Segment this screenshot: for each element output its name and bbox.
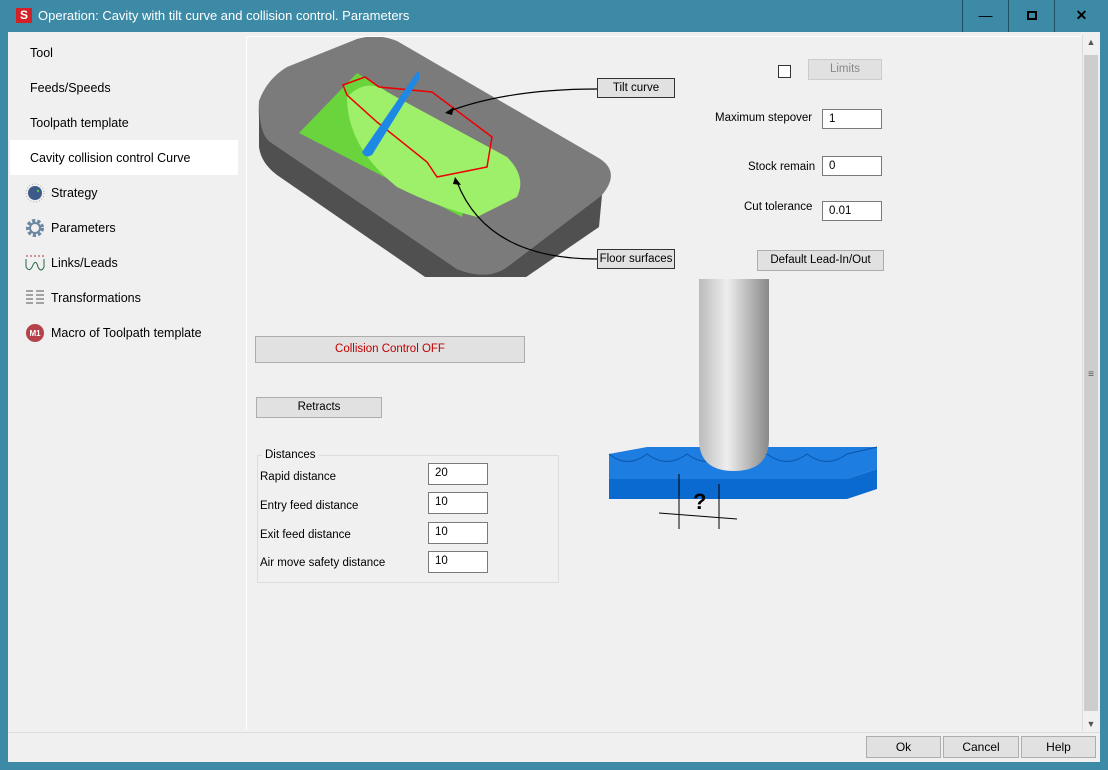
sidebar-item-transformations[interactable]: Transformations — [10, 280, 238, 315]
max-stepover-input[interactable]: 1 — [822, 109, 882, 129]
limits-checkbox[interactable] — [778, 65, 791, 78]
sidebar-item-links-leads[interactable]: Links/Leads — [10, 245, 238, 280]
window-title: Operation: Cavity with tilt curve and co… — [38, 8, 410, 23]
stepover-illustration: ? — [608, 279, 878, 529]
vertical-scrollbar[interactable]: ▲ ≡ ▼ — [1082, 35, 1099, 731]
collision-control-button[interactable]: Collision Control OFF — [255, 336, 525, 363]
tilt-curve-callout: Tilt curve — [597, 78, 675, 98]
minimize-button[interactable]: — — [962, 0, 1008, 32]
retracts-button[interactable]: Retracts — [256, 397, 382, 418]
macro-icon: M1 — [25, 323, 45, 343]
rapid-distance-input[interactable]: 20 — [428, 463, 488, 485]
entry-feed-distance-input[interactable]: 10 — [428, 492, 488, 514]
distances-legend: Distances — [265, 449, 316, 461]
sidebar-item-label: Parameters — [51, 220, 116, 235]
sidebar-item-toolpath-template[interactable]: Toolpath template — [10, 105, 238, 140]
grip-icon: ≡ — [1088, 369, 1094, 380]
transform-icon — [25, 288, 45, 308]
sidebar-item-tool[interactable]: Tool — [10, 35, 238, 70]
air-move-distance-input[interactable]: 10 — [428, 551, 488, 573]
svg-text:M1: M1 — [29, 329, 41, 338]
sidebar-item-label: Transformations — [51, 290, 141, 305]
sidebar-item-parameters[interactable]: Parameters — [10, 210, 238, 245]
minimize-icon: — — [978, 7, 993, 23]
limits-button[interactable]: Limits — [808, 59, 882, 80]
help-button[interactable]: Help — [1021, 736, 1096, 758]
footer: Ok Cancel Help — [8, 732, 1100, 762]
sidebar-item-label: Feeds/Speeds — [30, 80, 111, 95]
exit-feed-distance-input[interactable]: 10 — [428, 522, 488, 544]
sidebar-item-cavity-collision[interactable]: Cavity collision control Curve — [10, 140, 238, 175]
sidebar-item-label: Strategy — [51, 185, 98, 200]
close-icon: ✕ — [1075, 7, 1088, 23]
scrollbar-thumb[interactable]: ≡ — [1084, 55, 1098, 711]
exit-feed-distance-label: Exit feed distance — [260, 529, 351, 541]
floor-surfaces-callout: Floor surfaces — [597, 249, 675, 269]
cavity-illustration — [258, 37, 611, 277]
rapid-distance-label: Rapid distance — [260, 471, 337, 483]
stock-remain-label: Stock remain — [748, 161, 816, 173]
links-icon — [25, 253, 45, 273]
app-logo: S — [16, 8, 32, 23]
maximize-icon — [1026, 11, 1037, 20]
knob-icon — [25, 183, 45, 203]
cut-tolerance-label: Cut tolerance — [744, 201, 813, 213]
title-bar: S Operation: Cavity with tilt curve and … — [0, 0, 1108, 32]
stock-remain-input[interactable]: 0 — [822, 156, 882, 176]
scroll-up-icon[interactable]: ▲ — [1083, 37, 1099, 47]
air-move-distance-label: Air move safety distance — [260, 557, 386, 569]
dialog: Tool Feeds/Speeds Toolpath template Cavi… — [8, 32, 1100, 762]
cut-tolerance-input[interactable]: 0.01 — [822, 201, 882, 221]
sidebar-item-feeds-speeds[interactable]: Feeds/Speeds — [10, 70, 238, 105]
sidebar-item-label: Toolpath template — [30, 115, 129, 130]
parameters-panel: Tilt curve Floor surfaces Limits Maximum… — [246, 36, 1081, 730]
maximize-button[interactable] — [1008, 0, 1054, 32]
sidebar-item-label: Links/Leads — [51, 255, 118, 270]
cancel-button[interactable]: Cancel — [943, 736, 1019, 758]
entry-feed-distance-label: Entry feed distance — [260, 500, 359, 512]
close-button[interactable]: ✕ — [1054, 0, 1108, 32]
gear-icon — [25, 218, 45, 238]
default-lead-button[interactable]: Default Lead-In/Out — [757, 250, 884, 271]
sidebar-item-macro[interactable]: M1 Macro of Toolpath template — [10, 315, 238, 350]
max-stepover-label: Maximum stepover — [715, 112, 813, 124]
sidebar-item-label: Cavity collision control Curve — [30, 150, 191, 165]
sidebar-item-strategy[interactable]: Strategy — [10, 175, 238, 210]
sidebar-item-label: Macro of Toolpath template — [51, 325, 202, 340]
sidebar: Tool Feeds/Speeds Toolpath template Cavi… — [10, 35, 238, 730]
ok-button[interactable]: Ok — [866, 736, 941, 758]
stepover-question-mark: ? — [693, 489, 706, 514]
sidebar-item-label: Tool — [30, 45, 53, 60]
scroll-down-icon[interactable]: ▼ — [1083, 719, 1099, 729]
